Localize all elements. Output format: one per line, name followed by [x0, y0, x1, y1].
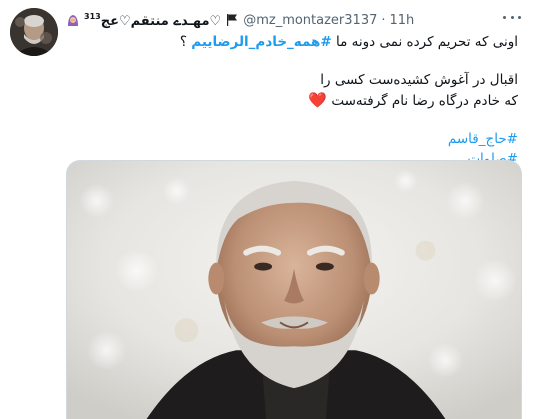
- header-separator: ·: [381, 12, 386, 28]
- author-superscript: 313: [84, 11, 101, 21]
- black-flag-icon: [227, 14, 238, 26]
- author-row: 313مهـدے منتقم♡عج♡ @mz_montazer3137 · 11…: [66, 12, 414, 29]
- hashtag-link[interactable]: #همه_خادم_الرضاییم: [191, 34, 331, 50]
- woman-with-headscarf-icon: [68, 15, 78, 26]
- author-handle[interactable]: @mz_montazer3137: [243, 13, 377, 28]
- tweet-media-image[interactable]: [66, 160, 522, 419]
- avatar[interactable]: [10, 8, 58, 56]
- tweet-text: اونی که تحریم کرده نمی دونه ما #همه_خادم…: [66, 32, 518, 169]
- tweet-line-2: اقبال در آغوش کشیده‌ست کسی را: [320, 72, 518, 88]
- tweet-line-3-text: که خادم درگاه رضا نام گرفته‌ست: [331, 93, 518, 109]
- tweet-line-1: اونی که تحریم کرده نمی دونه ما #همه_خادم…: [66, 32, 518, 52]
- hashtag-text[interactable]: #حاج_قاسم: [448, 131, 518, 147]
- tweet-line-1-suffix: ؟: [179, 34, 187, 50]
- author-name-text: مهـدے منتقم♡عج♡: [100, 13, 222, 29]
- tweet-line-1-prefix: اونی که تحریم کرده نمی دونه ما: [336, 34, 518, 50]
- tweet-header: 313مهـدے منتقم♡عج♡ @mz_montazer3137 · 11…: [66, 8, 506, 32]
- hashtag-link[interactable]: #حاج_قاسم: [66, 129, 518, 149]
- tweet-line-3: که خادم درگاه رضا نام گرفته‌ست ❤️: [66, 90, 518, 111]
- red-heart-icon: ❤️: [308, 91, 328, 109]
- tweet-timestamp[interactable]: 11h: [390, 13, 415, 28]
- author-display-name[interactable]: 313مهـدے منتقم♡عج♡: [84, 12, 221, 29]
- tweet-card[interactable]: 313مهـدے منتقم♡عج♡ @mz_montazer3137 · 11…: [0, 0, 535, 419]
- more-options-icon[interactable]: [503, 10, 521, 24]
